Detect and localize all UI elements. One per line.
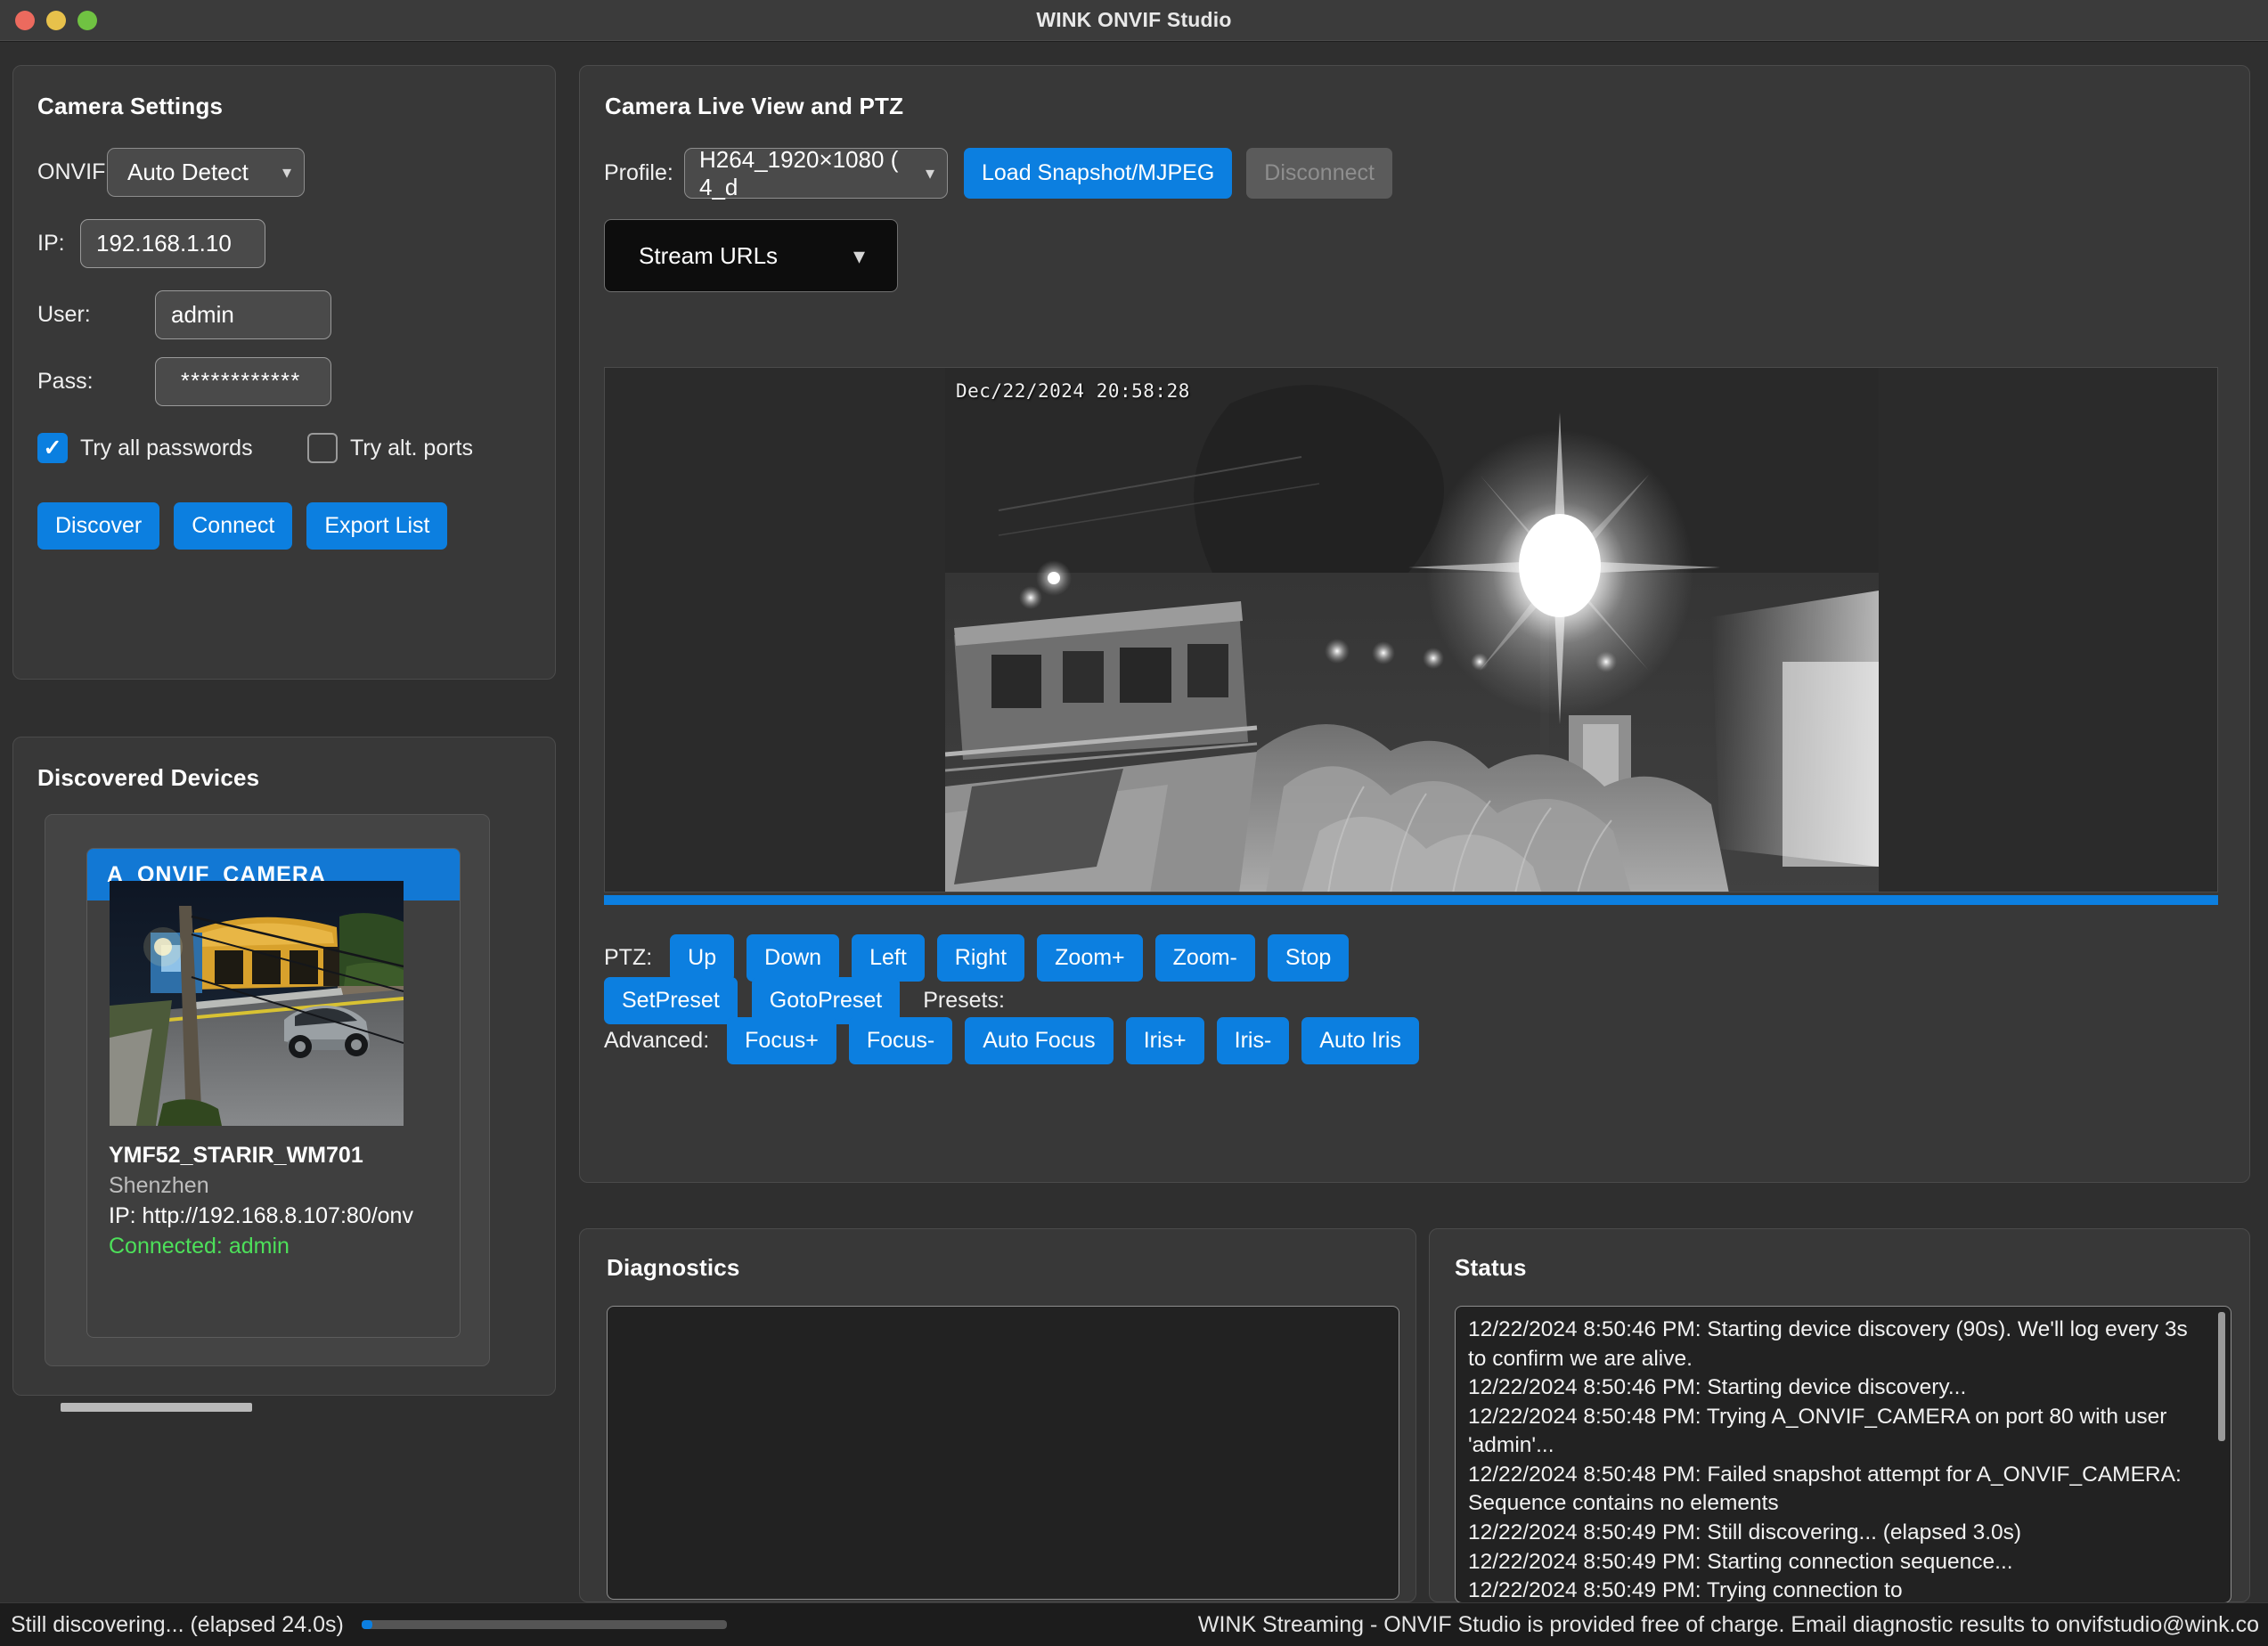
profile-label: Profile: (604, 160, 673, 185)
ptz-zoom-out-button[interactable]: Zoom- (1154, 934, 1255, 982)
ptz-controls-row: PTZ: Up Down Left Right Zoom+ Zoom- Stop (604, 934, 1350, 982)
presets-label: Presets: (923, 988, 1005, 1013)
status-title: Status (1455, 1254, 1527, 1281)
ptz-zoom-in-button[interactable]: Zoom+ (1037, 934, 1143, 982)
video-timestamp-overlay: Dec/22/2024 20:58:28 (956, 380, 1190, 402)
stream-urls-label: Stream URLs (639, 241, 779, 269)
user-input[interactable]: admin (155, 290, 331, 339)
ip-input[interactable]: 192.168.1.10 (80, 219, 265, 268)
pass-input[interactable]: ************ (155, 357, 331, 406)
discovered-devices-panel: Discovered Devices A_ONVIF_CAMERA YMF52_… (12, 737, 556, 1396)
ip-label: IP: (37, 231, 65, 256)
user-label: User: (37, 302, 91, 327)
discover-button[interactable]: Discover (37, 502, 160, 550)
load-snapshot-button[interactable]: Load Snapshot/MJPEG (964, 148, 1233, 199)
connected-label: Connected: (109, 1234, 223, 1259)
camera-settings-title: Camera Settings (37, 93, 224, 119)
chevron-down-icon: ▾ (853, 242, 865, 269)
device-ip: IP: http://192.168.8.107:80/onv (109, 1203, 460, 1229)
chevron-down-icon: ▾ (281, 162, 291, 183)
device-thumbnail-image (110, 881, 404, 1126)
status-log-scrollbar[interactable] (2218, 1312, 2225, 1441)
profile-row: Profile: H264_1920×1080 ( 4_d ▾ Load Sna… (604, 145, 1392, 200)
live-view-title: Camera Live View and PTZ (605, 93, 904, 119)
diagnostics-panel: Diagnostics (579, 1228, 1416, 1602)
pass-input-value: ************ (181, 369, 301, 394)
ptz-label: PTZ: (604, 945, 653, 970)
device-list-horizontal-scrollbar[interactable] (61, 1403, 252, 1412)
device-connection-status: Connected: admin (109, 1234, 460, 1259)
auto-focus-button[interactable]: Auto Focus (965, 1017, 1114, 1064)
status-log-content: 12/22/2024 8:50:46 PM: Starting device d… (1468, 1317, 2188, 1603)
try-all-passwords-checkbox[interactable]: ✓ Try all passwords (37, 433, 253, 463)
ptz-up-button[interactable]: Up (670, 934, 735, 982)
try-alt-ports-checkbox[interactable]: Try alt. ports (307, 433, 473, 463)
profile-select-value: H264_1920×1080 ( 4_d (699, 145, 899, 200)
auto-iris-button[interactable]: Auto Iris (1301, 1017, 1419, 1064)
video-stream-image (945, 368, 1879, 892)
pass-label: Pass: (37, 369, 94, 394)
device-card[interactable]: A_ONVIF_CAMERA YMF52_STARIR_WM701 Shenzh… (86, 848, 461, 1338)
diagnostics-textarea[interactable] (607, 1306, 1399, 1600)
checkbox-box (307, 433, 338, 463)
onvif-label: ONVIF: (37, 159, 112, 184)
status-panel: Status 12/22/2024 8:50:46 PM: Starting d… (1429, 1228, 2250, 1603)
device-vendor: Shenzhen (109, 1173, 209, 1198)
ptz-right-button[interactable]: Right (936, 934, 1025, 982)
device-ip-value: http://192.168.8.107:80/onv (142, 1203, 413, 1228)
connect-button[interactable]: Connect (174, 502, 293, 550)
export-list-button[interactable]: Export List (306, 502, 448, 550)
workspace: Camera Settings ONVIF: Auto Detect ▾ IP:… (0, 42, 2268, 1603)
status-bar-right-text: WINK Streaming - ONVIF Studio is provide… (1197, 1611, 2259, 1637)
iris-open-button[interactable]: Iris+ (1125, 1017, 1204, 1064)
diagnostics-title: Diagnostics (607, 1254, 740, 1281)
camera-settings-panel: Camera Settings ONVIF: Auto Detect ▾ IP:… (12, 65, 556, 680)
device-meta: YMF52_STARIR_WM701 Shenzhen IP: http://1… (109, 1143, 460, 1259)
advanced-label: Advanced: (604, 1028, 710, 1053)
status-log-textarea[interactable]: 12/22/2024 8:50:46 PM: Starting device d… (1455, 1306, 2231, 1603)
connected-user: admin (228, 1234, 290, 1259)
settings-action-buttons: Discover Connect Export List (37, 502, 448, 550)
user-row: User: admin (37, 290, 331, 339)
disconnect-button[interactable]: Disconnect (1246, 148, 1392, 199)
onvif-select-value: Auto Detect (127, 159, 249, 185)
profile-select[interactable]: H264_1920×1080 ( 4_d ▾ (684, 145, 948, 200)
discovery-progress-fill (361, 1620, 372, 1629)
focus-out-button[interactable]: Focus- (848, 1017, 953, 1064)
device-list[interactable]: A_ONVIF_CAMERA YMF52_STARIR_WM701 Shenzh… (45, 814, 490, 1366)
window-title: WINK ONVIF Studio (1036, 8, 1232, 31)
device-ip-label: IP: (109, 1203, 136, 1228)
try-all-passwords-label: Try all passwords (80, 435, 253, 460)
device-thumbnail (110, 881, 404, 1126)
live-view-panel: Camera Live View and PTZ Profile: H264_1… (579, 65, 2250, 1183)
iris-close-button[interactable]: Iris- (1216, 1017, 1290, 1064)
user-input-value: admin (171, 301, 234, 328)
try-alt-ports-label: Try alt. ports (350, 435, 473, 460)
ptz-left-button[interactable]: Left (852, 934, 925, 982)
ptz-down-button[interactable]: Down (746, 934, 840, 982)
onvif-select[interactable]: Auto Detect ▾ (107, 148, 305, 197)
ip-input-value: 192.168.1.10 (96, 230, 232, 257)
pass-row: Pass: ************ (37, 357, 331, 406)
discovery-progress-bar (361, 1620, 727, 1629)
status-bar-left-text: Still discovering... (elapsed 24.0s) (11, 1611, 344, 1637)
check-icon: ✓ (43, 435, 62, 460)
ip-row: IP: 192.168.1.10 (37, 219, 265, 268)
chevron-down-icon: ▾ (925, 163, 934, 183)
discovered-devices-title: Discovered Devices (37, 764, 260, 791)
video-stream: Dec/22/2024 20:58:28 (945, 368, 1879, 892)
focus-in-button[interactable]: Focus+ (727, 1017, 836, 1064)
advanced-controls-row: Advanced: Focus+ Focus- Auto Focus Iris+… (604, 1017, 1419, 1064)
video-buffer-progress (604, 895, 2218, 905)
window-titlebar: WINK ONVIF Studio (0, 0, 2268, 41)
status-bar: Still discovering... (elapsed 24.0s) WIN… (0, 1602, 2268, 1646)
ptz-stop-button[interactable]: Stop (1267, 934, 1350, 982)
stream-urls-dropdown[interactable]: Stream URLs ▾ (604, 219, 898, 292)
checkbox-box: ✓ (37, 433, 68, 463)
onvif-row: ONVIF: Auto Detect ▾ (37, 148, 305, 197)
video-frame[interactable]: Dec/22/2024 20:58:28 (604, 367, 2218, 892)
device-name: YMF52_STARIR_WM701 (109, 1143, 363, 1168)
